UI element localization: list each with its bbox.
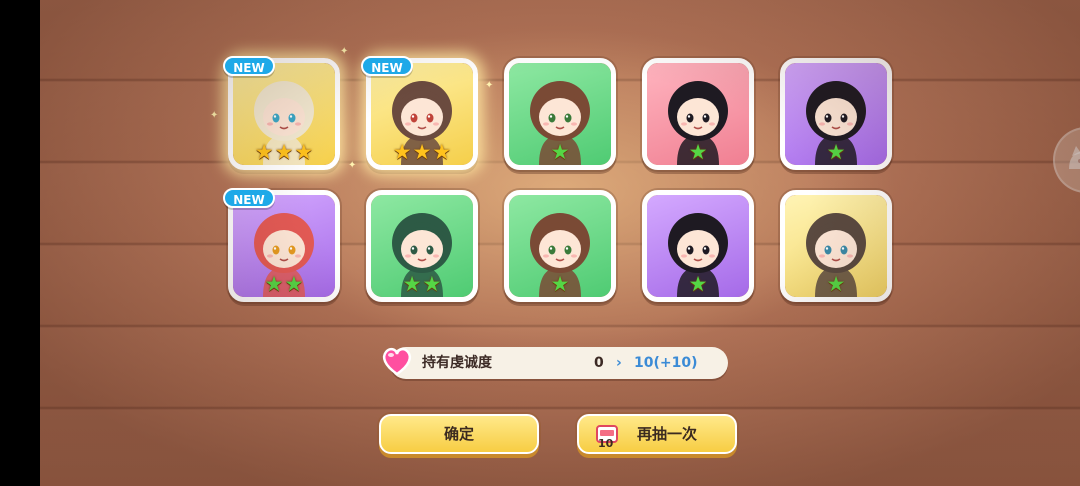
star-icon: ★ — [294, 140, 314, 164]
star-rating: ★ — [785, 273, 887, 295]
star-icon: ★ — [826, 140, 846, 164]
star-rating: ★ ★ ★ — [371, 141, 473, 163]
star-icon: ★ — [402, 272, 422, 296]
star-icon: ★ — [688, 140, 708, 164]
star-icon: ★ — [274, 140, 294, 164]
star-icon: ★ — [412, 140, 432, 164]
game-stage: ★ ★ ★ ★ ★ ★ ★ ★ ★ ★ ★ ★ ★ ★ ★ ★ NEW NEW NEW ✦ … — [40, 0, 1080, 486]
star-icon: ★ — [284, 272, 304, 296]
star-icon: ★ — [550, 140, 570, 164]
character-card[interactable]: ★ — [780, 190, 892, 302]
heart-icon — [382, 347, 412, 376]
devotion-bar: 持有虔诚度 0 › 10(+10) — [390, 347, 728, 379]
star-rating: ★ ★ ★ — [233, 141, 335, 163]
star-rating: ★ — [647, 141, 749, 163]
devotion-current: 0 — [594, 355, 604, 371]
character-card[interactable]: ★ — [642, 190, 754, 302]
star-rating: ★ — [509, 273, 611, 295]
star-icon: ★ — [392, 140, 412, 164]
confirm-button[interactable]: 确定 — [379, 414, 539, 454]
new-badge: NEW — [223, 56, 275, 76]
star-rating: ★ — [647, 273, 749, 295]
star-icon: ★ — [422, 272, 442, 296]
star-rating: ★ — [785, 141, 887, 163]
skip-animation-button[interactable] — [1053, 127, 1080, 193]
sparkle-icon: ✦ — [210, 110, 219, 121]
character-card[interactable]: ★ — [642, 58, 754, 170]
star-rating: ★ ★ — [233, 273, 335, 295]
ticket-count: 10 — [598, 437, 614, 450]
devotion-next: 10(+10) — [634, 355, 698, 371]
devotion-arrow: › — [616, 355, 622, 371]
character-card[interactable]: ★ ★ — [366, 190, 478, 302]
sparkle-icon: ✦ — [485, 80, 494, 91]
new-badge: NEW — [361, 56, 413, 76]
character-card[interactable]: ★ — [504, 190, 616, 302]
star-icon: ★ — [688, 272, 708, 296]
new-badge: NEW — [223, 188, 275, 208]
sparkle-icon: ✦ — [348, 160, 357, 171]
star-rating: ★ ★ — [371, 273, 473, 295]
character-card[interactable]: ★ — [504, 58, 616, 170]
star-icon: ★ — [264, 272, 284, 296]
sparkle-icon: ✦ — [340, 46, 349, 57]
star-icon: ★ — [826, 272, 846, 296]
devotion-label: 持有虔诚度 — [422, 355, 492, 371]
character-card[interactable]: ★ — [780, 58, 892, 170]
cat-face-icon — [1069, 146, 1080, 169]
star-icon: ★ — [550, 272, 570, 296]
star-rating: ★ — [509, 141, 611, 163]
star-icon: ★ — [432, 140, 452, 164]
star-icon: ★ — [254, 140, 274, 164]
